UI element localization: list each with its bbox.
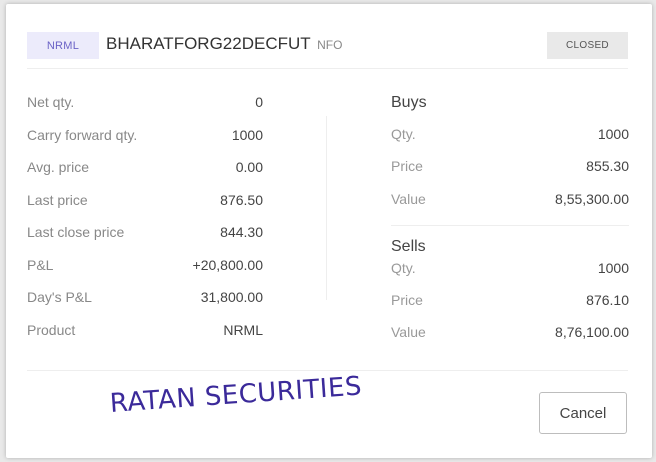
sells-row: Value 8,76,100.00 bbox=[391, 322, 629, 354]
row-label: Price bbox=[391, 292, 423, 309]
row-value: 1000 bbox=[231, 126, 263, 143]
row-label: Last close price bbox=[27, 224, 125, 240]
row-label: P&L bbox=[27, 256, 54, 273]
row-label: Carry forward qty. bbox=[27, 126, 138, 143]
row-label: Qty. bbox=[391, 126, 416, 142]
row-value: 8,76,100.00 bbox=[555, 324, 629, 341]
position-row: Product NRML bbox=[27, 320, 263, 353]
row-value: 1000 bbox=[597, 126, 629, 142]
sells-row: Qty. 1000 bbox=[391, 258, 629, 290]
buys-title: Buys bbox=[391, 94, 427, 111]
row-label: Product bbox=[27, 321, 76, 338]
instrument-title: BHARATFORG22DECFUT NFO bbox=[106, 34, 342, 54]
row-label: Last price bbox=[27, 191, 88, 208]
row-label: Value bbox=[391, 190, 426, 207]
status-badge: CLOSED bbox=[547, 32, 628, 59]
row-label: Value bbox=[391, 324, 426, 341]
row-value: 0 bbox=[255, 94, 263, 110]
row-label: Avg. price bbox=[27, 159, 89, 175]
buys-row: Price 855.30 bbox=[391, 156, 629, 188]
row-label: Net qty. bbox=[27, 94, 75, 110]
row-value: NRML bbox=[223, 321, 263, 338]
dialog-header: NRML BHARATFORG22DECFUT NFO CLOSED bbox=[27, 28, 628, 69]
position-row: Carry forward qty. 1000 bbox=[27, 125, 263, 158]
product-badge: NRML bbox=[27, 32, 99, 59]
sells-row: Price 876.10 bbox=[391, 290, 629, 322]
cancel-button[interactable]: Cancel bbox=[539, 392, 627, 434]
row-value: 855.30 bbox=[586, 158, 629, 175]
position-row: Day's P&L 31,800.00 bbox=[27, 287, 263, 320]
row-value: 1000 bbox=[597, 259, 629, 276]
position-row: Net qty. 0 bbox=[27, 92, 263, 125]
position-summary: Net qty. 0 Carry forward qty. 1000 Avg. pr… bbox=[27, 92, 263, 352]
row-label: Day's P&L bbox=[27, 289, 92, 305]
row-label: Price bbox=[391, 158, 423, 175]
row-value: +20,800.00 bbox=[192, 256, 263, 273]
exchange-label: NFO bbox=[317, 38, 343, 52]
watermark-text: RATAN SECURITIES bbox=[108, 371, 363, 419]
position-row: Avg. price 0.00 bbox=[27, 157, 263, 190]
instrument-symbol: BHARATFORG22DECFUT bbox=[106, 34, 311, 53]
buys-row: Qty. 1000 bbox=[391, 124, 629, 156]
sells-title: Sells bbox=[391, 224, 629, 258]
row-label: Qty. bbox=[391, 259, 416, 276]
position-row: Last close price 844.30 bbox=[27, 222, 263, 255]
footer-divider bbox=[27, 370, 628, 371]
position-details-dialog: NRML BHARATFORG22DECFUT NFO CLOSED Net q… bbox=[6, 4, 652, 458]
position-row: Last price 876.50 bbox=[27, 190, 263, 223]
row-value: 844.30 bbox=[220, 224, 263, 240]
position-row: P&L +20,800.00 bbox=[27, 255, 263, 288]
row-value: 876.10 bbox=[586, 292, 629, 309]
buys-row: Value 8,55,300.00 bbox=[391, 189, 629, 221]
row-value: 0.00 bbox=[235, 159, 263, 175]
row-value: 8,55,300.00 bbox=[555, 190, 629, 207]
row-value: 876.50 bbox=[220, 191, 263, 208]
trades-summary: Buys Qty. 1000 Price 855.30 Value 8,55,300.… bbox=[391, 92, 629, 355]
row-value: 31,800.00 bbox=[200, 289, 263, 305]
column-divider bbox=[326, 116, 327, 300]
